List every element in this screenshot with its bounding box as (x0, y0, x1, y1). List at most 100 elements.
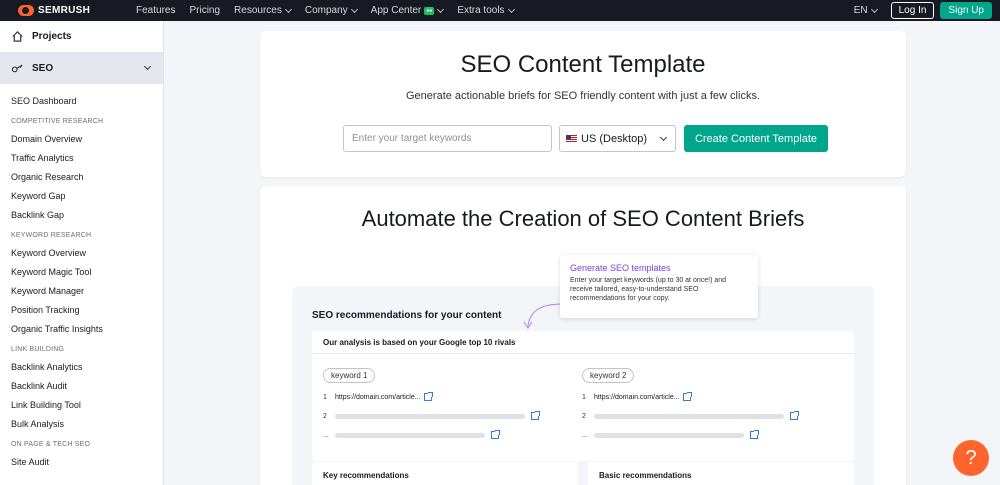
sidebar-item[interactable]: Site Audit (0, 453, 163, 472)
sidebar-item-label: Projects (32, 31, 72, 42)
sidebar-item[interactable]: Backlink Gap (0, 206, 163, 225)
language-selector[interactable]: EN (854, 5, 878, 16)
panel-title: Our analysis is based on your Google top… (312, 331, 854, 354)
page-title: SEO Content Template (460, 51, 706, 78)
chevron-down-icon (284, 5, 292, 13)
basic-recommendations-title: Basic recommendations (599, 471, 692, 480)
create-content-template-button[interactable]: Create Content Template (684, 125, 828, 152)
rivals-panel: Our analysis is based on your Google top… (312, 331, 854, 461)
result-row: 2 (323, 410, 553, 422)
row-number: 2 (323, 412, 327, 420)
new-badge-icon: ●● (424, 6, 435, 15)
sidebar-item[interactable]: Position Tracking (0, 301, 163, 320)
sidebar-section-heading: ON PAGE & TECH SEO (11, 441, 91, 448)
help-button[interactable]: ? (953, 440, 989, 476)
nav-company[interactable]: Company (304, 5, 358, 16)
sidebar-section-heading: LINK BUILDING (11, 346, 65, 353)
sidebar-item[interactable]: Bulk Analysis (0, 415, 163, 434)
chevron-down-icon (437, 5, 445, 13)
row-number: ... (582, 431, 588, 439)
keyword-input[interactable] (343, 125, 552, 152)
us-flag-icon (566, 135, 577, 142)
top-navigation: SEMRUSH Features Pricing Resources Compa… (0, 0, 1000, 21)
nav-app-center[interactable]: App Center ●● (370, 5, 445, 16)
region-select[interactable]: US (Desktop) (559, 125, 676, 152)
sidebar-item[interactable]: Link Building Tool (0, 396, 163, 415)
sidebar-item[interactable]: Organic Traffic Insights (0, 320, 163, 339)
basic-recommendations-card: Basic recommendations (588, 462, 854, 485)
login-button[interactable]: Log In (890, 2, 935, 19)
result-row: ... (323, 429, 553, 441)
nav-label: Pricing (189, 5, 221, 16)
tooltip-title: Generate SEO templates (570, 263, 671, 273)
external-link-icon (531, 411, 540, 420)
page-subtitle: Generate actionable briefs for SEO frien… (406, 90, 760, 102)
result-row: 1 https://domain.com/article... (582, 391, 812, 403)
nav-label: App Center (370, 5, 422, 16)
semrush-logo-icon (18, 5, 34, 16)
chevron-down-icon (350, 5, 358, 13)
external-link-icon (682, 392, 692, 401)
hero-card: SEO Content Template Generate actionable… (260, 31, 906, 177)
chevron-down-icon (143, 62, 152, 71)
feature-tooltip: Generate SEO templates Enter your target… (560, 255, 758, 318)
placeholder-bar (594, 432, 744, 438)
result-url: https://domain.com/article... (594, 393, 680, 401)
result-row: 2 (582, 410, 812, 422)
tooltip-body: Enter your target keywords (up to 30 at … (570, 277, 727, 302)
nav-label: Company (304, 5, 348, 16)
sidebar-item-label: SEO (32, 63, 54, 74)
key-recommendations-title: Key recommendations (323, 471, 409, 480)
sidebar-item[interactable]: Keyword Overview (0, 244, 163, 263)
sidebar-item[interactable]: Backlink Analytics (0, 358, 163, 377)
sidebar-item-seo[interactable]: SEO (0, 53, 163, 84)
sidebar-item[interactable]: Traffic Analytics (0, 149, 163, 168)
region-value: US (Desktop) (581, 132, 648, 145)
external-link-icon (750, 430, 759, 439)
nav-label: Resources (234, 5, 282, 16)
sidebar-section-heading: KEYWORD RESEARCH (11, 232, 92, 239)
key-recommendations-card: Key recommendations (312, 462, 578, 485)
result-row: ... (582, 429, 812, 441)
sidebar-item[interactable]: Keyword Gap (0, 187, 163, 206)
sidebar-item[interactable]: Organic Research (0, 168, 163, 187)
row-number: 1 (323, 393, 327, 401)
nav-extra-tools[interactable]: Extra tools (457, 5, 515, 16)
semrush-logo[interactable]: SEMRUSH (18, 5, 128, 16)
placeholder-bar (335, 432, 485, 438)
result-url: https://domain.com/article... (335, 393, 421, 401)
external-link-icon (790, 411, 799, 420)
keyword-pill: keyword 1 (323, 368, 376, 383)
keyword-pill: keyword 2 (582, 368, 635, 383)
sidebar-seo-menu: SEO Dashboard COMPETITIVE RESEARCH Domain … (0, 84, 163, 472)
chevron-down-icon (659, 133, 668, 142)
sidebar-section-heading: COMPETITIVE RESEARCH (11, 118, 104, 125)
sidebar-item[interactable]: Backlink Audit (0, 377, 163, 396)
row-number: 1 (582, 393, 586, 401)
sidebar-item[interactable]: Keyword Magic Tool (0, 263, 163, 282)
illustration-title: SEO recommendations for your content (312, 310, 502, 321)
keyword-column-2: keyword 2 1 https://domain.com/article..… (582, 365, 812, 439)
signup-button[interactable]: Sign Up (940, 2, 992, 19)
result-row: 1 https://domain.com/article... (323, 391, 553, 403)
nav-pricing[interactable]: Pricing (189, 5, 220, 16)
sidebar: Projects SEO SEO Dashboard COMPETITIVE RE… (0, 21, 164, 485)
sidebar-item[interactable]: Domain Overview (0, 130, 163, 149)
sidebar-item[interactable]: SEO Dashboard (0, 92, 163, 111)
sidebar-item-projects[interactable]: Projects (0, 21, 163, 53)
sidebar-item[interactable]: Keyword Manager (0, 282, 163, 301)
chevron-down-icon (870, 5, 878, 13)
external-link-icon (491, 430, 500, 439)
logo-text: SEMRUSH (38, 5, 91, 16)
promo-card: Automate the Creation of SEO Content Bri… (260, 186, 906, 485)
nav-resources[interactable]: Resources (234, 5, 292, 16)
promo-title: Automate the Creation of SEO Content Bri… (361, 206, 805, 231)
curved-arrow-icon (523, 303, 563, 329)
nav-label: Extra tools (457, 5, 505, 16)
nav-features[interactable]: Features (136, 5, 175, 16)
external-link-icon (423, 392, 433, 401)
placeholder-bar (335, 413, 525, 419)
home-icon (12, 31, 23, 42)
row-number: ... (323, 431, 329, 439)
row-number: 2 (582, 412, 586, 420)
